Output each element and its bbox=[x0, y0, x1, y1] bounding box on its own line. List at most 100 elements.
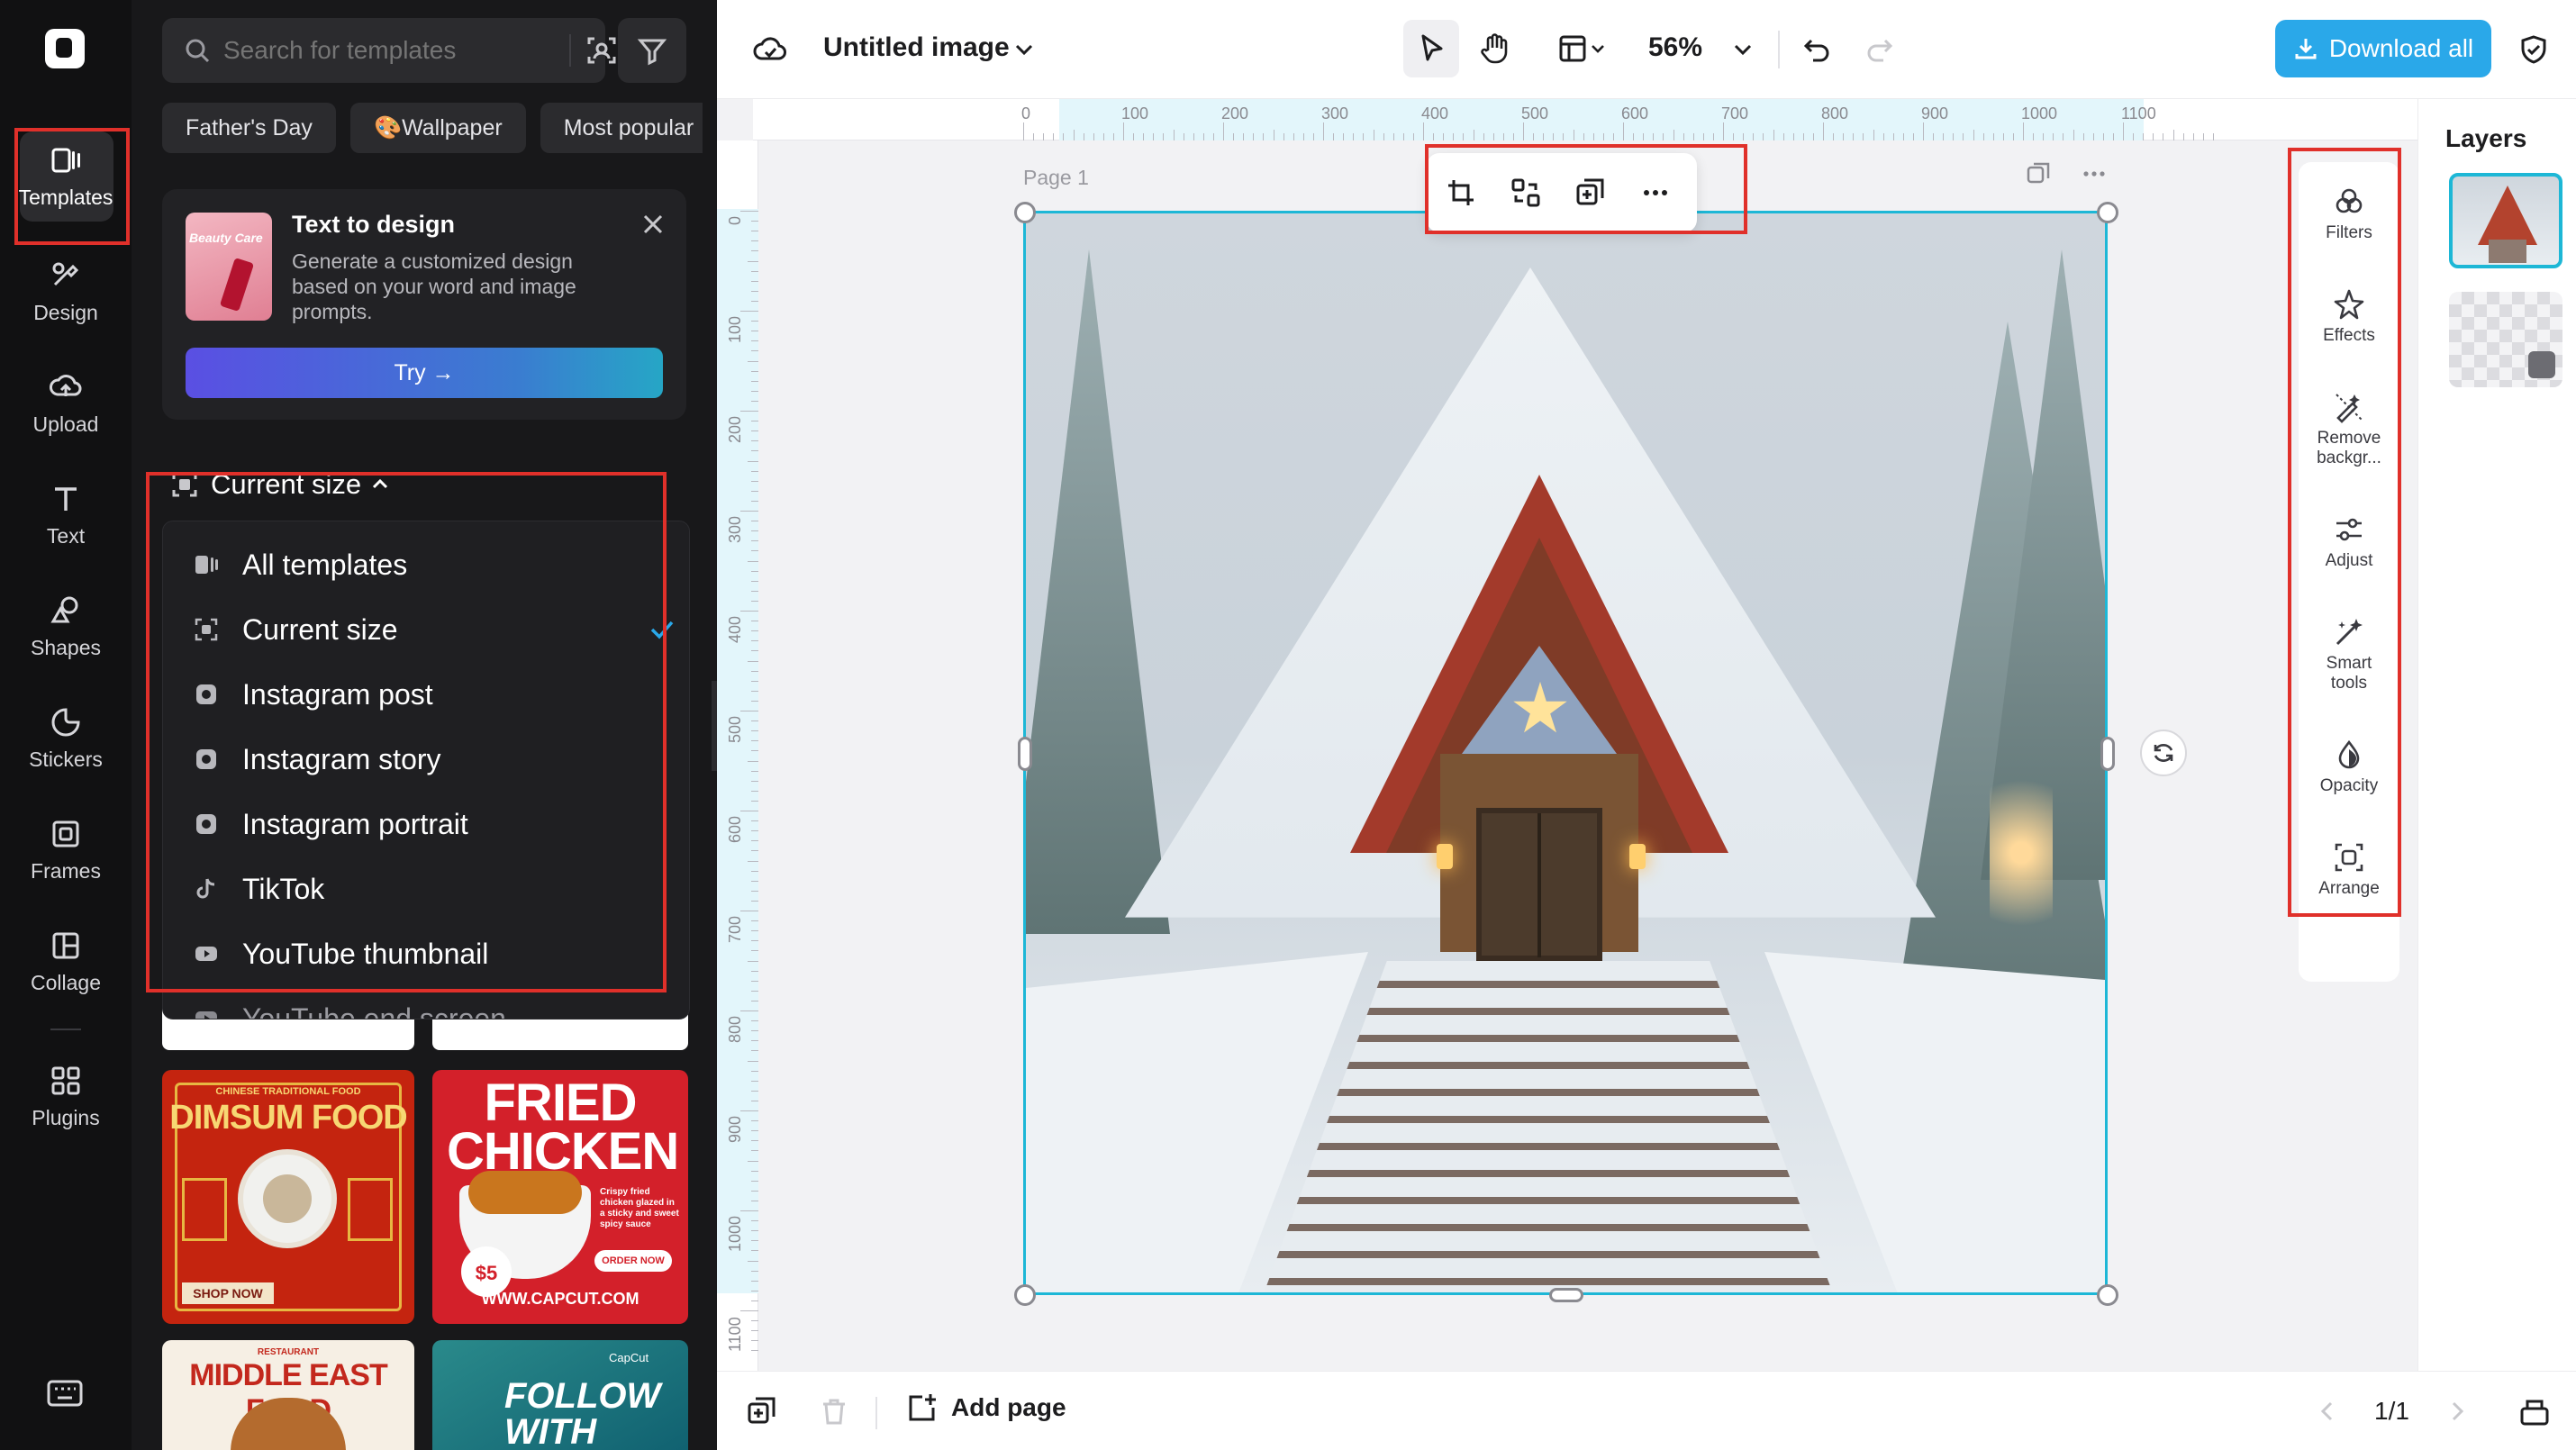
lipstick-image bbox=[219, 257, 255, 313]
ruler-tick bbox=[2123, 122, 2124, 140]
rail-item-text[interactable]: Text bbox=[0, 465, 132, 564]
zoom-level[interactable]: 56% bbox=[1648, 32, 1702, 63]
template-pattern bbox=[182, 1178, 227, 1241]
rail-item-stickers[interactable]: Stickers bbox=[0, 688, 132, 787]
rail-item-shapes[interactable]: Shapes bbox=[0, 576, 132, 675]
page-actions bbox=[2025, 160, 2108, 192]
ruler-tick bbox=[751, 1190, 758, 1192]
filter-button[interactable] bbox=[618, 18, 686, 83]
ruler-tick bbox=[1833, 133, 1835, 140]
close-icon[interactable] bbox=[639, 211, 667, 238]
canvas-area[interactable]: Page 1 Filters Effects Remove backgr... … bbox=[717, 99, 2417, 1371]
template-fried-chicken[interactable]: FRIED CHICKEN $5 Crispy fried chicken gl… bbox=[432, 1070, 688, 1324]
previous-page-button[interactable] bbox=[2308, 1391, 2347, 1431]
ruler-tick bbox=[751, 870, 758, 872]
ruler-tick bbox=[1412, 133, 1414, 140]
ruler-tick bbox=[1063, 133, 1065, 140]
cabin-photo[interactable] bbox=[1023, 211, 2108, 1295]
chip-wallpaper[interactable]: 🎨Wallpaper bbox=[349, 103, 526, 153]
rail-item-design[interactable]: Design bbox=[0, 241, 132, 340]
ruler-tick bbox=[751, 650, 758, 652]
resize-handle-left[interactable] bbox=[1018, 737, 1032, 771]
page-manager-button[interactable] bbox=[2515, 1391, 2554, 1431]
layer-image[interactable] bbox=[2449, 173, 2562, 268]
download-all-button[interactable]: Download all bbox=[2275, 20, 2491, 77]
ruler-tick bbox=[751, 690, 758, 692]
rail-item-upload[interactable]: Upload bbox=[0, 353, 132, 452]
ruler-tick bbox=[1123, 122, 1124, 140]
ruler-tick bbox=[751, 600, 758, 602]
ruler-tick bbox=[1923, 122, 1924, 140]
ruler-tick bbox=[1643, 133, 1645, 140]
ruler-tick bbox=[748, 560, 758, 562]
ruler-tick bbox=[751, 1270, 758, 1272]
template-search[interactable] bbox=[162, 18, 616, 83]
rail-label: Stickers bbox=[29, 747, 103, 771]
template-brand: CapCut bbox=[609, 1351, 649, 1364]
ruler-tick bbox=[1982, 133, 1984, 140]
rotate-handle[interactable] bbox=[2140, 730, 2187, 776]
undo-button[interactable] bbox=[1794, 27, 1839, 72]
template-dimsum-food[interactable]: CHINESE TRADITIONAL FOOD DIMSUM FOOD SHO… bbox=[162, 1070, 414, 1324]
keyboard-shortcuts-icon[interactable] bbox=[47, 1378, 83, 1409]
security-button[interactable] bbox=[2511, 27, 2556, 72]
ruler-tick bbox=[751, 900, 758, 902]
layer-background[interactable] bbox=[2449, 292, 2562, 387]
ruler-tick bbox=[1492, 133, 1494, 140]
resize-handle-bottom[interactable] bbox=[1549, 1288, 1583, 1302]
cloud-save-button[interactable] bbox=[749, 29, 791, 70]
more-icon[interactable] bbox=[2081, 160, 2108, 187]
ruler-tick bbox=[751, 1030, 758, 1032]
resize-handle-bottom-right[interactable] bbox=[2097, 1284, 2118, 1306]
select-tool-button[interactable] bbox=[1409, 25, 1456, 72]
snowy-stairs bbox=[1260, 961, 1837, 1292]
fried-chicken-image bbox=[468, 1171, 582, 1214]
duplicate-page-button[interactable] bbox=[742, 1391, 782, 1431]
document-title[interactable]: Untitled image bbox=[823, 32, 1010, 63]
resize-handle-right[interactable] bbox=[2100, 737, 2115, 771]
next-page-button[interactable] bbox=[2437, 1391, 2477, 1431]
ruler-tick bbox=[751, 1130, 758, 1132]
cursor-icon bbox=[1421, 34, 1443, 61]
ruler-tick bbox=[1553, 133, 1555, 140]
ruler-tick bbox=[2073, 130, 2074, 140]
ruler-tick bbox=[751, 890, 758, 892]
template-follow-with[interactable]: CapCut FOLLOW WITH bbox=[432, 1340, 688, 1450]
resize-handle-top-right[interactable] bbox=[2097, 202, 2118, 223]
rail-item-collage[interactable]: Collage bbox=[0, 911, 132, 1010]
duplicate-page-icon[interactable] bbox=[2025, 160, 2052, 187]
add-page-button[interactable]: Add page bbox=[906, 1391, 1066, 1424]
capcut-logo[interactable] bbox=[45, 29, 85, 68]
ruler-tick bbox=[1853, 133, 1855, 140]
layout-menu-button[interactable] bbox=[1546, 25, 1618, 72]
ruler-tick bbox=[748, 460, 758, 462]
chip-most-popular[interactable]: Most popular bbox=[540, 103, 703, 153]
cabin-door bbox=[1476, 808, 1602, 961]
chip-fathers-day[interactable]: Father's Day bbox=[162, 103, 336, 153]
ruler-tick bbox=[748, 660, 758, 662]
add-page-icon bbox=[909, 1394, 936, 1421]
ruler-tick bbox=[1612, 133, 1614, 140]
delete-page-button[interactable] bbox=[814, 1391, 854, 1431]
ruler-tick bbox=[1043, 133, 1045, 140]
rail-item-plugins[interactable]: Plugins bbox=[0, 1047, 132, 1146]
title-menu-button[interactable] bbox=[1009, 34, 1039, 65]
image-search-icon[interactable] bbox=[585, 34, 618, 67]
template-subtitle: CHINESE TRADITIONAL FOOD bbox=[215, 1086, 361, 1097]
resize-handle-bottom-left[interactable] bbox=[1014, 1284, 1036, 1306]
ruler-tick bbox=[751, 1250, 758, 1252]
zoom-menu-button[interactable] bbox=[1728, 34, 1758, 65]
redo-button[interactable] bbox=[1857, 27, 1902, 72]
template-middle-east-food[interactable]: RESTAURANT MIDDLE EAST FOOD bbox=[162, 1340, 414, 1450]
rail-item-frames[interactable]: Frames bbox=[0, 800, 132, 899]
ruler-tick bbox=[1523, 122, 1524, 140]
hand-tool-button[interactable] bbox=[1472, 25, 1519, 72]
ruler-tick bbox=[1763, 133, 1764, 140]
resize-handle-top-left[interactable] bbox=[1014, 202, 1036, 223]
ruler-tick bbox=[1782, 133, 1784, 140]
collage-icon bbox=[52, 932, 79, 958]
ruler-tick bbox=[751, 500, 758, 502]
try-button[interactable]: Try → bbox=[186, 348, 663, 398]
template-cta: ORDER NOW bbox=[594, 1250, 672, 1272]
search-input[interactable] bbox=[223, 36, 530, 65]
